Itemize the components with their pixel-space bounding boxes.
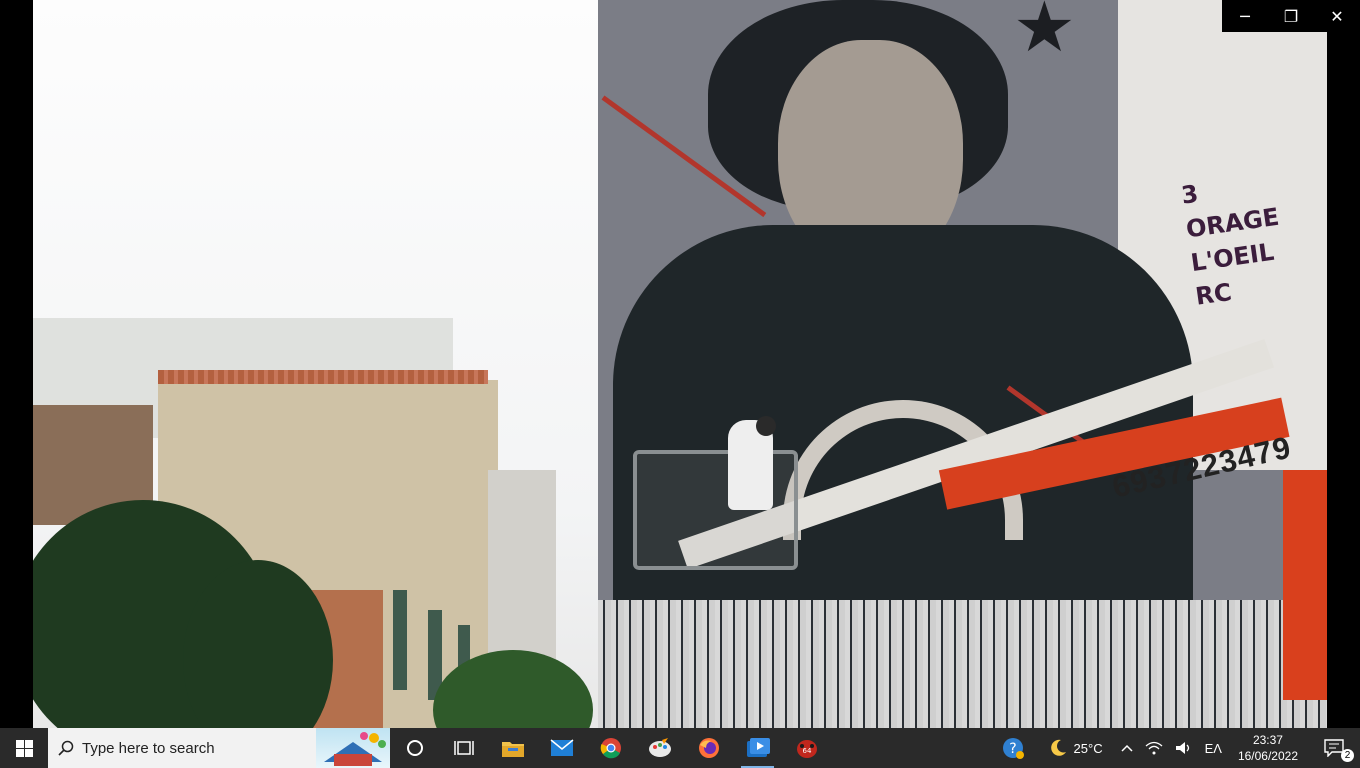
weather-widget[interactable]: 25°C [1030,728,1109,768]
tile-roof [158,370,488,384]
taskbar-search-box[interactable]: Type here to search [48,728,390,768]
video-player-button[interactable] [733,728,782,768]
show-hidden-icons-button[interactable] [1109,728,1139,768]
mail-button[interactable] [537,728,586,768]
star-icon: ★ [1013,0,1076,66]
ladybug-app-button[interactable]: 64 [782,728,831,768]
file-explorer-button[interactable] [488,728,537,768]
lift-basket [633,450,798,570]
firefox-icon [698,738,719,758]
video-player-icon [746,738,770,757]
volume-button[interactable] [1169,728,1199,768]
action-center-button[interactable]: 2 [1308,728,1360,768]
svg-text:64: 64 [802,747,811,755]
video-viewport[interactable]: ★ 3 ORAGE L'OEIL RC 6937223479 [0,0,1360,728]
chrome-button[interactable] [586,728,635,768]
close-button[interactable]: ✕ [1314,0,1360,32]
search-placeholder: Type here to search [82,739,215,757]
ladybug-icon: 64 [796,740,817,758]
paint-button[interactable] [635,728,684,768]
network-button[interactable] [1139,728,1169,768]
graffiti-tag: 3 ORAGE L'OEIL RC [1179,162,1317,313]
task-view-icon [453,741,474,755]
speaker-icon [1175,742,1189,754]
worker-head [756,416,776,436]
svg-text:?: ? [1009,741,1016,757]
help-icon: ? [1002,738,1024,759]
task-view-button[interactable] [439,728,488,768]
start-button[interactable] [0,728,48,768]
help-button[interactable]: ? [996,728,1030,768]
crane-arm [1283,470,1327,700]
clock[interactable]: 23:37 16/06/2022 [1228,728,1308,768]
paint-icon [648,738,671,757]
street-mural-photo: ★ 3 ORAGE L'OEIL RC 6937223479 [33,0,1327,728]
minimize-button[interactable]: ─ [1222,0,1268,32]
chrome-icon [600,738,621,759]
folder-icon [501,742,524,757]
firefox-button[interactable] [684,728,733,768]
clock-time: 23:37 [1252,733,1283,747]
clock-date: 16/06/2022 [1237,749,1298,763]
search-icon [58,740,74,756]
chevron-up-icon [1121,744,1133,752]
system-tray: ? 25°C ΕΛ 23:37 16/06/2022 2 [996,728,1360,768]
paint-drips [598,600,1327,728]
search-highlight-icon [316,728,390,768]
language-indicator[interactable]: ΕΛ [1199,728,1228,768]
wifi-icon [1145,741,1163,755]
restore-button[interactable]: ❐ [1268,0,1314,32]
weather-temperature: 25°C [1073,740,1103,756]
taskbar: Type here to search 64 ? 25°C ΕΛ 23:37 1… [0,728,1360,768]
window-controls: ─ ❐ ✕ [1222,0,1360,32]
mail-icon [550,739,573,756]
cortana-icon [406,740,423,756]
notification-count: 2 [1341,749,1354,762]
windows-logo-icon [15,739,33,757]
moon-icon [1050,739,1066,756]
cortana-button[interactable] [390,728,439,768]
